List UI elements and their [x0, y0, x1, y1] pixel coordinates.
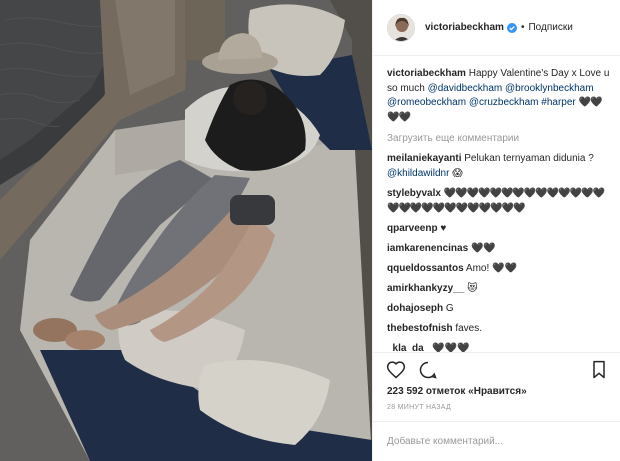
hashtag-harper[interactable]: #harper — [541, 97, 575, 108]
mention-romeobeckham[interactable]: @romeobeckham — [387, 97, 466, 108]
comment: dohajoseph G — [387, 301, 610, 316]
comment-text: Pelukan ternyaman didunia ? — [464, 153, 594, 164]
follow-button[interactable]: Подписки — [528, 22, 572, 33]
mention-brooklynbeckham[interactable]: @brooklynbeckham — [505, 83, 594, 94]
comment-text: faves. — [455, 323, 483, 334]
bookmark-icon — [593, 360, 605, 378]
instagram-post: victoriabeckham • Подписки victoriabeckh… — [0, 0, 620, 461]
like-button[interactable] — [385, 359, 407, 381]
comment-username[interactable]: dohajoseph — [387, 303, 443, 314]
comments-list[interactable]: victoriabeckham Happy Valentine's Day x … — [373, 56, 620, 352]
comment-mention[interactable]: @khildawildnr — [387, 168, 449, 179]
comment: stylebyvalx 🖤🖤🖤🖤🖤🖤🖤🖤🖤🖤🖤🖤🖤🖤🖤🖤🖤🖤🖤🖤🖤🖤🖤🖤🖤🖤 — [387, 186, 610, 216]
heart-outline-icon — [386, 360, 406, 379]
likes-count[interactable]: 223 592 отметок «Нравится» — [373, 386, 620, 400]
comment-username[interactable]: qqueldossantos — [387, 263, 464, 274]
comment: thebestofnish faves. — [387, 321, 610, 336]
action-bar — [373, 352, 620, 386]
comment: qparveenp ♥ — [387, 221, 610, 236]
comment-username[interactable]: amirkhankyzy__ — [387, 283, 464, 294]
comment-username[interactable]: qparveenp — [387, 223, 438, 234]
comment: amirkhankyzy__ 😻 — [387, 281, 610, 296]
comment: _kla_da_ 🖤🖤🖤 — [387, 341, 610, 352]
comment-username[interactable]: thebestofnish — [387, 323, 453, 334]
post-caption: victoriabeckham Happy Valentine's Day x … — [387, 67, 610, 125]
post-header: victoriabeckham • Подписки — [373, 0, 620, 56]
avatar[interactable] — [387, 13, 415, 42]
comment: qqueldossantos Amo! 🖤🖤 — [387, 261, 610, 276]
comment-text: Amo! 🖤🖤 — [465, 263, 517, 274]
mention-cruzbeckham[interactable]: @cruzbeckham — [469, 97, 539, 108]
comment-username[interactable]: meilaniekayanti — [387, 153, 461, 164]
photo-illustration — [0, 0, 372, 461]
comment: meilaniekayanti Pelukan ternyaman diduni… — [387, 151, 610, 181]
comment-button[interactable] — [417, 359, 439, 381]
save-button[interactable] — [588, 359, 610, 381]
comment-text: 🖤🖤 — [470, 243, 496, 254]
post-timestamp[interactable]: 28 МИНУТ НАЗАД — [373, 400, 620, 418]
mention-davidbeckham[interactable]: @davidbeckham — [428, 83, 503, 94]
add-comment-bar — [373, 421, 620, 461]
comment: iamkarenencinas 🖤🖤 — [387, 241, 610, 256]
comment-username[interactable]: _kla_da_ — [387, 343, 429, 352]
avatar-image — [388, 14, 414, 41]
comment-text: ♥ — [440, 223, 447, 234]
load-more-comments-button[interactable]: Загрузить еще комментарии — [387, 133, 610, 144]
add-comment-input[interactable] — [387, 436, 587, 447]
comment-text: 😻 — [467, 283, 478, 294]
comment-username[interactable]: iamkarenencinas — [387, 243, 468, 254]
comment-text: 🖤🖤🖤 — [432, 343, 470, 352]
verified-badge-icon — [506, 22, 517, 33]
post-photo[interactable] — [0, 0, 372, 461]
header-username[interactable]: victoriabeckham — [425, 22, 504, 33]
comment-username[interactable]: stylebyvalx — [387, 188, 441, 199]
speech-bubble-icon — [419, 361, 437, 379]
caption-username[interactable]: victoriabeckham — [387, 68, 466, 79]
comment-emoji: 😱 — [452, 168, 463, 179]
header-separator: • — [520, 22, 525, 33]
comment-text: G — [445, 303, 454, 314]
post-side-panel: victoriabeckham • Подписки victoriabeckh… — [372, 0, 620, 461]
